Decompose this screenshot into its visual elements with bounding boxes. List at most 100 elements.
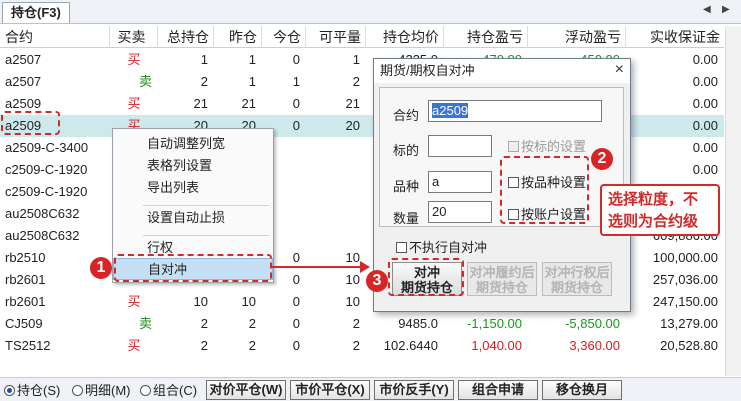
tab-positions[interactable]: 持仓(F3)	[2, 2, 70, 23]
dialog-title: 期货/期权自对冲	[374, 59, 630, 83]
cell-pnl: -1,150.00	[467, 316, 522, 331]
cell-avail	[306, 225, 366, 247]
cell-margin: 0.00	[692, 118, 718, 133]
col-yesterday[interactable]: 昨仓	[214, 26, 262, 48]
menu-item-export-list[interactable]: 导出列表	[113, 177, 273, 199]
combo-apply-button[interactable]: 组合申请	[458, 380, 538, 400]
cell-today: 0	[292, 294, 300, 309]
cell-today: 0	[292, 52, 300, 67]
quantity-label: 数量	[393, 211, 420, 226]
tab-next-icon[interactable]: ▶	[722, 4, 730, 15]
close-market-price-button[interactable]: 市价平仓(X)	[290, 380, 370, 400]
step-badge-1: 1	[90, 257, 112, 279]
annotation-highlight-hedge-button	[388, 258, 464, 296]
col-float-pnl[interactable]: 浮动盈亏	[528, 26, 626, 48]
cell-margin: 0.00	[692, 140, 718, 155]
cell-margin: 247,150.00	[652, 294, 718, 309]
hedge-after-exercise-button: 对冲行权后 期货持仓	[542, 262, 612, 296]
hedge-after-perform-line2: 期货持仓	[475, 280, 528, 295]
underlying-input[interactable]	[428, 135, 492, 157]
no-self-hedge-checkbox[interactable]: 不执行自对冲	[396, 241, 487, 255]
cell-contract: c2509-C-1920	[5, 184, 88, 199]
contract-input[interactable]: a2509	[428, 100, 602, 122]
cell-contract: au2508C632	[5, 206, 80, 221]
cell-avail: 2	[352, 338, 360, 353]
cell-avg: 9485.0	[398, 316, 438, 331]
menu-item-column-settings[interactable]: 表格列设置	[113, 155, 273, 177]
cell-avail: 1	[352, 52, 360, 67]
by-underlying-checkbox: 按标的设置	[508, 140, 586, 154]
col-available[interactable]: 可平量	[306, 26, 366, 48]
radio-details[interactable]: 明细(M)	[72, 383, 131, 399]
contract-label: 合约	[393, 108, 420, 123]
cell-margin: 257,036.00	[652, 272, 718, 287]
cell-yest: 10	[241, 294, 256, 309]
col-today[interactable]: 今仓	[262, 26, 306, 48]
cell-avail	[306, 137, 366, 159]
cell-yest: 2	[248, 338, 256, 353]
table-row[interactable]: CJ509 卖 2 2 0 2 9485.0 -1,150.00 -5,850.00 13,279…	[0, 313, 724, 335]
menu-item-auto-stop-loss[interactable]: 设置自动止损	[113, 207, 273, 229]
close-opposite-price-button[interactable]: 对价平仓(W)	[206, 380, 286, 400]
cell-total: 1	[200, 52, 208, 67]
underlying-label: 标的	[393, 143, 420, 158]
by-underlying-label: 按标的设置	[521, 139, 587, 154]
variety-input[interactable]: a	[428, 171, 492, 193]
cell-total: 2	[200, 74, 208, 89]
bottom-toolbar: 持仓(S) 明细(M) 组合(C) 对价平仓(W) 市价平仓(X) 市价反手(Y…	[0, 377, 741, 401]
col-position-pnl[interactable]: 持仓盈亏	[444, 26, 528, 48]
cell-total: 10	[193, 294, 208, 309]
cell-yest: 1	[248, 52, 256, 67]
table-header: 合约 买卖 总持仓 昨仓 今仓 可平量 持仓均价 持仓盈亏 浮动盈亏 实收保证金	[0, 26, 724, 48]
cell-pnl: 1,040.00	[471, 338, 522, 353]
cell-yest: 21	[241, 96, 256, 111]
radio-details-label: 明细(M)	[85, 383, 131, 398]
cell-avail: 2	[352, 316, 360, 331]
annotation-arrow	[272, 266, 362, 268]
quantity-input[interactable]: 20	[428, 201, 492, 223]
cell-side: 卖	[138, 316, 152, 331]
cell-avail: 21	[345, 96, 360, 111]
cell-avail	[306, 159, 366, 181]
hedge-after-perform-button: 对冲履约后 期货持仓	[467, 262, 537, 296]
cell-contract: TS2512	[5, 338, 51, 353]
cell-float: 3,360.00	[569, 338, 620, 353]
radio-positions[interactable]: 持仓(S)	[4, 383, 60, 399]
cell-today: 0	[292, 96, 300, 111]
cell-side: 卖	[138, 74, 152, 89]
col-total[interactable]: 总持仓	[158, 26, 214, 48]
table-row[interactable]: TS2512 买 2 2 0 2 102.6440 1,040.00 3,360.00 20,52…	[0, 335, 724, 357]
radio-combo-label: 组合(C)	[153, 383, 198, 398]
checkbox-box	[508, 141, 519, 152]
cell-total: 2	[200, 316, 208, 331]
cell-avail: 2	[352, 74, 360, 89]
col-contract[interactable]: 合约	[0, 26, 110, 48]
cell-float: -5,850.00	[565, 316, 620, 331]
hedge-after-exercise-line1: 对冲行权后	[544, 265, 610, 280]
cell-margin: 0.00	[692, 52, 718, 67]
close-icon[interactable]: ×	[615, 61, 624, 79]
cell-today: 1	[292, 74, 300, 89]
tab-prev-icon[interactable]: ◀	[703, 4, 711, 15]
contract-value: a2509	[432, 103, 469, 118]
cell-side: 买	[127, 96, 141, 111]
cell-contract: a2509-C-3400	[5, 140, 89, 155]
radio-dot	[4, 385, 15, 396]
annotation-highlight-row	[1, 111, 60, 135]
col-avg-price[interactable]: 持仓均价	[366, 26, 444, 48]
radio-combo[interactable]: 组合(C)	[140, 383, 197, 399]
annotation-note: 选择粒度，不选则为合约级	[600, 184, 720, 236]
col-margin[interactable]: 实收保证金	[626, 26, 724, 48]
tab-bar: 持仓(F3) ◀ ▶	[0, 0, 741, 24]
menu-item-auto-fit-columns[interactable]: 自动调整列宽	[113, 133, 273, 155]
col-side[interactable]: 买卖	[110, 26, 158, 48]
annotation-highlight-granularity	[500, 156, 589, 224]
cell-today: 0	[292, 338, 300, 353]
vertical-scrollbar[interactable]	[725, 26, 741, 376]
roll-over-button[interactable]: 移仓换月	[542, 380, 622, 400]
cell-side: 买	[127, 52, 141, 67]
market-reverse-button[interactable]: 市价反手(Y)	[374, 380, 454, 400]
checkbox-box	[396, 242, 407, 253]
cell-today: 0	[292, 316, 300, 331]
cell-margin: 0.00	[692, 162, 718, 177]
